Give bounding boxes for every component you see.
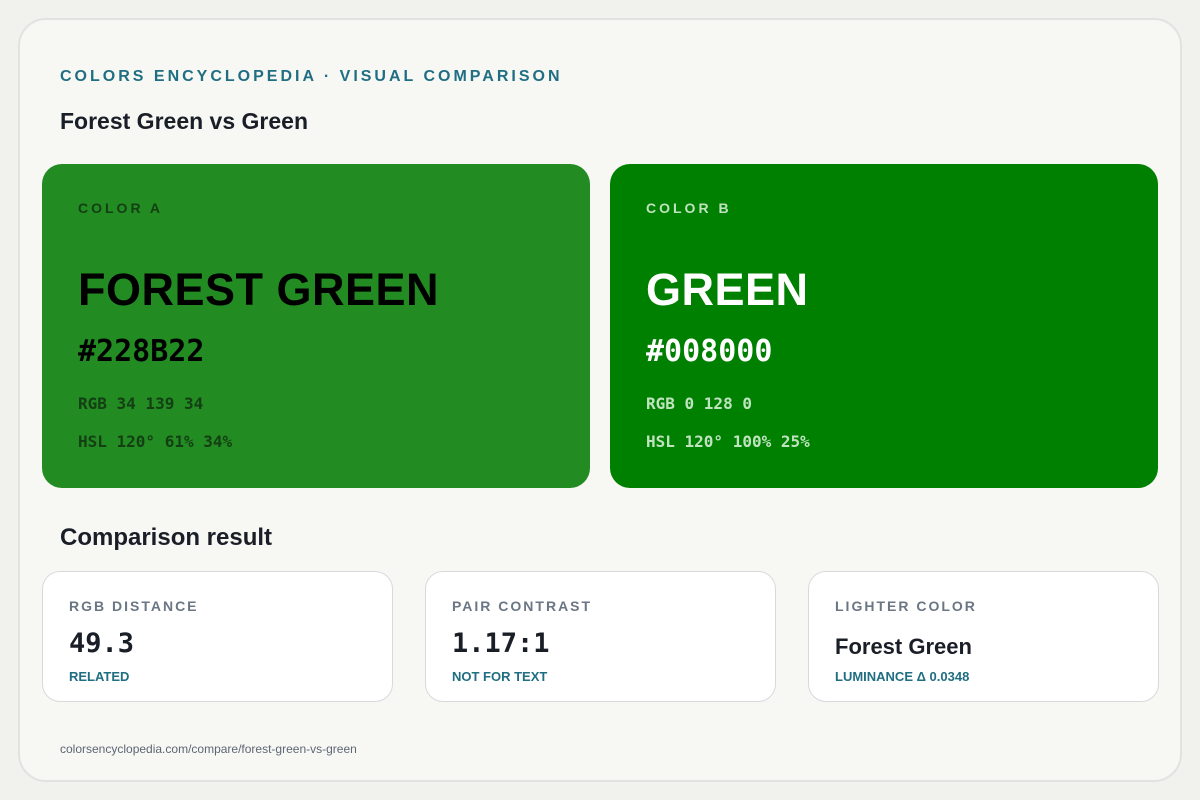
color-a-name: FOREST GREEN [78,264,440,315]
pair-contrast-card: PAIR CONTRAST 1.17:1 NOT FOR TEXT [425,571,776,702]
color-b-name: GREEN [646,264,809,315]
color-b-slot-label: COLOR B [646,200,732,216]
color-a-slot-label: COLOR A [78,200,164,216]
card-note: NOT FOR TEXT [452,669,548,684]
card-label: LIGHTER COLOR [835,598,977,614]
color-b-rgb: RGB 0 128 0 [646,394,752,413]
card-value: 1.17:1 [452,628,550,659]
page-title: Forest Green vs Green [60,108,308,134]
color-a-rgb: RGB 34 139 34 [78,394,204,413]
comparison-section-title: Comparison result [60,524,273,551]
source-url[interactable]: colorsencyclopedia.com/compare/forest-gr… [60,742,357,756]
color-a-hex[interactable]: #228B22 [78,334,204,369]
color-b-hex[interactable]: #008000 [646,334,772,369]
site-eyebrow: COLORS ENCYCLOPEDIA · VISUAL COMPARISON [60,68,563,85]
card-note: RELATED [69,669,130,684]
color-b-hsl: HSL 120° 100% 25% [646,432,810,451]
card-label: PAIR CONTRAST [452,598,593,614]
card-value: 49.3 [69,628,135,659]
card-note: LUMINANCE Δ 0.0348 [835,669,970,684]
lighter-color-card: LIGHTER COLOR Forest Green LUMINANCE Δ 0… [808,571,1159,702]
rgb-distance-card: RGB DISTANCE 49.3 RELATED [42,571,393,702]
color-b-swatch: COLOR B GREEN #008000 RGB 0 128 0 HSL 12… [610,164,1158,488]
color-a-hsl: HSL 120° 61% 34% [78,432,233,451]
card-value: Forest Green [835,634,972,659]
color-a-swatch: COLOR A FOREST GREEN #228B22 RGB 34 139 … [42,164,590,488]
card-label: RGB DISTANCE [69,598,199,614]
comparison-panel: COLORS ENCYCLOPEDIA · VISUAL COMPARISON … [18,18,1182,782]
